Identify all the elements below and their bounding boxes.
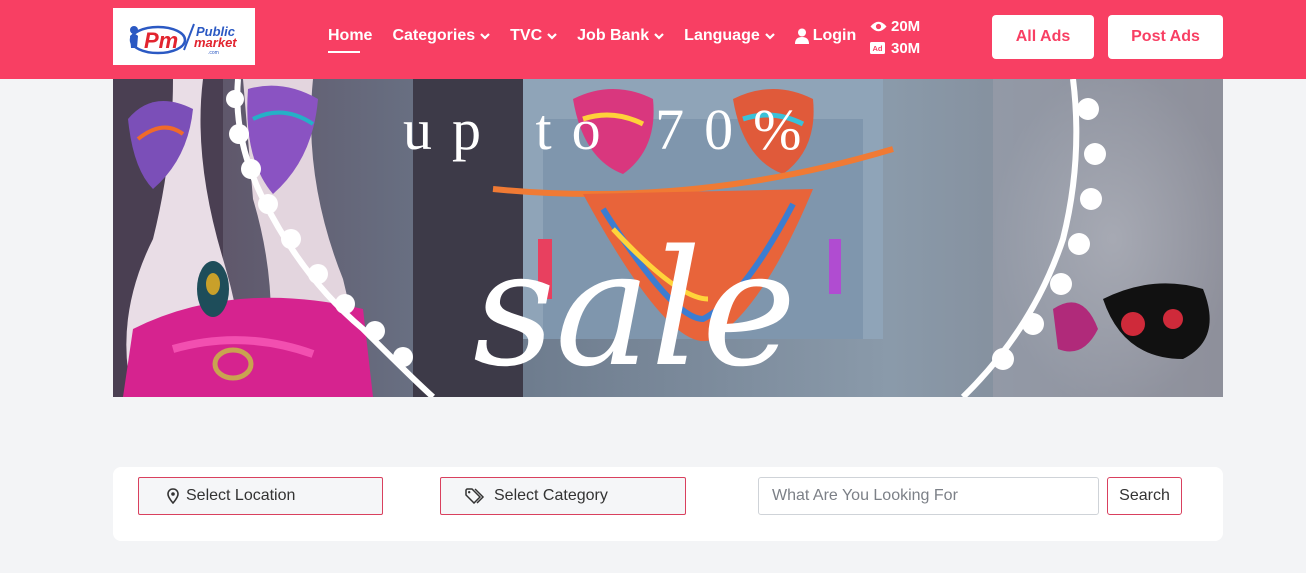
eye-icon (870, 21, 888, 32)
search-panel: Select Location Select Category Search (113, 467, 1223, 541)
ads-stat: Ad 30M (870, 37, 920, 59)
nav-job-bank[interactable]: Job Bank (577, 21, 664, 51)
nav-home-label: Home (328, 27, 373, 44)
location-select[interactable]: Select Location (138, 477, 383, 515)
nav-home[interactable]: Home (328, 21, 373, 53)
user-icon (794, 28, 809, 44)
chevron-down-icon (480, 32, 490, 40)
site-header: Pm Public market .com Home Categories TV… (0, 0, 1306, 79)
main-nav: Home Categories TVC Job Bank Language Lo… (328, 0, 876, 72)
category-select[interactable]: Select Category (440, 477, 686, 515)
banner-headline: up to 70% (403, 97, 821, 162)
views-count: 20M (891, 17, 921, 35)
nav-login[interactable]: Login (794, 21, 857, 51)
sale-banner[interactable]: up to 70% sale (113, 79, 1223, 397)
nav-categories-label: Categories (392, 27, 476, 44)
all-ads-button[interactable]: All Ads (992, 15, 1094, 59)
chevron-down-icon (547, 32, 557, 40)
nav-categories[interactable]: Categories (392, 21, 490, 51)
logo-suffix: .com (208, 50, 219, 56)
category-select-label: Select Category (494, 487, 608, 504)
logo-graphic: Pm Public market .com (129, 23, 237, 56)
post-ads-button[interactable]: Post Ads (1108, 15, 1223, 59)
search-input[interactable] (758, 477, 1099, 515)
views-stat: 20M (870, 15, 920, 37)
map-pin-icon (167, 488, 179, 504)
nav-login-label: Login (812, 27, 857, 44)
search-button[interactable]: Search (1107, 477, 1182, 515)
nav-tvc[interactable]: TVC (510, 21, 557, 51)
ad-badge-icon: Ad (870, 42, 888, 54)
nav-language[interactable]: Language (684, 21, 775, 51)
tags-icon (465, 488, 487, 504)
nav-language-label: Language (684, 27, 760, 44)
banner-script-text: sale (473, 215, 796, 397)
ads-count: 30M (891, 39, 921, 57)
logo-word-secondary: market (194, 35, 237, 50)
banner-image: up to 70% sale (113, 79, 1223, 397)
chevron-down-icon (764, 32, 775, 40)
logo-initials: Pm (144, 28, 178, 53)
ad-badge-text: Ad (873, 44, 883, 53)
nav-tvc-label: TVC (510, 27, 543, 44)
site-stats: 20M Ad 30M (870, 15, 920, 59)
location-select-label: Select Location (186, 487, 296, 504)
chevron-down-icon (654, 32, 664, 40)
site-logo[interactable]: Pm Public market .com (113, 8, 255, 65)
nav-job-bank-label: Job Bank (577, 27, 650, 44)
